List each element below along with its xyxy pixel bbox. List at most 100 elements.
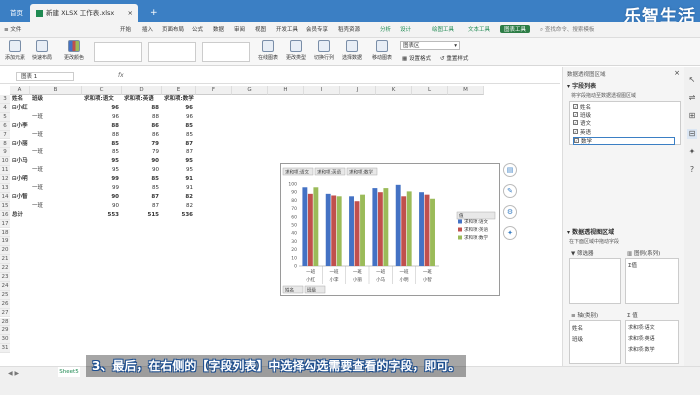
row-header[interactable]: 30 <box>0 335 10 345</box>
pivot-cell[interactable]: 88 <box>84 131 122 140</box>
column-header[interactable]: M <box>448 86 484 95</box>
pivot-cell[interactable] <box>32 157 82 166</box>
total-cell[interactable]: 总计 <box>12 211 30 220</box>
file-menu[interactable]: ≡ 文件 <box>4 25 21 33</box>
menu-insert[interactable]: 插入 <box>142 25 153 33</box>
pivot-cell[interactable]: 85 <box>164 122 196 131</box>
checkbox-icon[interactable]: ✓ <box>574 137 579 143</box>
menu-docer[interactable]: 稻壳资源 <box>338 25 360 33</box>
bar[interactable] <box>430 198 435 266</box>
pivot-cell[interactable]: ⊟小马 <box>12 157 30 166</box>
bar[interactable] <box>424 194 430 266</box>
pivot-cell[interactable]: 90 <box>124 157 162 166</box>
pivot-cell[interactable] <box>12 184 30 193</box>
menu-text-tools[interactable]: 文本工具 <box>468 25 490 33</box>
bar[interactable] <box>307 193 313 266</box>
filter-area[interactable] <box>569 258 621 304</box>
row-header[interactable]: 27 <box>0 308 10 318</box>
pivot-cell[interactable]: ⊟小李 <box>12 122 30 131</box>
close-icon[interactable]: × <box>128 4 133 22</box>
fx-icon[interactable]: fx <box>118 72 124 79</box>
row-header[interactable]: 13 <box>0 184 10 193</box>
axis-item-name[interactable]: 姓名 <box>572 324 583 332</box>
column-header[interactable]: L <box>412 86 448 95</box>
reset-style-button[interactable]: ↺ 重置样式 <box>440 54 468 62</box>
pivot-cell[interactable]: 一班 <box>32 184 82 193</box>
online-chart-button[interactable]: 在线图表 <box>256 40 280 61</box>
pivot-cell[interactable]: 96 <box>84 113 122 122</box>
bar[interactable] <box>377 192 383 266</box>
name-box[interactable]: 图表 1 <box>16 72 74 81</box>
menu-dev-tools[interactable]: 开发工具 <box>276 25 298 33</box>
field-item[interactable]: ✓ 语文 <box>573 120 675 128</box>
pivot-cell[interactable]: 一班 <box>32 131 82 140</box>
row-header[interactable]: 10 <box>0 157 10 167</box>
pivot-cell[interactable]: 99 <box>84 184 122 193</box>
pivot-cell[interactable]: 95 <box>84 166 122 175</box>
switch-row-col-button[interactable]: 切换行列 <box>312 40 336 61</box>
pivot-cell[interactable]: 91 <box>164 175 196 184</box>
column-header[interactable]: D <box>122 86 162 95</box>
row-header[interactable]: 26 <box>0 299 10 309</box>
sheet-tab[interactable]: Sheet5 <box>58 367 80 377</box>
pivot-cell[interactable] <box>32 193 82 202</box>
bar[interactable] <box>360 194 365 266</box>
row-header[interactable]: 28 <box>0 317 10 327</box>
pivot-cell[interactable]: 95 <box>84 157 122 166</box>
total-cell[interactable]: 515 <box>124 211 162 220</box>
pivot-cell[interactable]: 79 <box>124 148 162 157</box>
sheet-nav-icon[interactable]: ◀ ▶ <box>8 370 19 377</box>
pivot-cell[interactable]: 95 <box>164 157 196 166</box>
chart-filter-icon[interactable]: ⚙ <box>503 205 517 219</box>
pivot-cell[interactable]: 96 <box>164 104 196 113</box>
bar[interactable] <box>395 184 401 266</box>
column-header[interactable]: G <box>232 86 268 95</box>
chart-elements-icon[interactable]: ▤ <box>503 163 517 177</box>
bar[interactable] <box>331 195 337 266</box>
pivot-cell[interactable]: 82 <box>164 193 196 202</box>
pivot-cell[interactable]: 一班 <box>32 166 82 175</box>
bar[interactable] <box>313 187 319 266</box>
value-item-math[interactable]: 求和项:数学 <box>628 346 655 353</box>
bar[interactable] <box>325 193 331 266</box>
row-header[interactable]: 3 <box>0 95 10 104</box>
row-header[interactable]: 21 <box>0 255 10 265</box>
pivot-cell[interactable] <box>32 175 82 184</box>
menu-view[interactable]: 视图 <box>255 25 266 33</box>
pivot-cell[interactable]: 一班 <box>32 113 82 122</box>
properties-icon[interactable]: ⇌ <box>687 93 697 103</box>
pivot-cell[interactable]: ⊟小智 <box>12 193 30 202</box>
bar[interactable] <box>336 196 342 266</box>
pivot-cell[interactable]: 96 <box>164 113 196 122</box>
pivot-cell[interactable]: 79 <box>124 140 162 149</box>
row-header[interactable]: 6 <box>0 121 10 131</box>
pivot-cell[interactable]: 85 <box>124 175 162 184</box>
pivot-header-cell[interactable]: 求和项:数学 <box>164 95 196 104</box>
bar[interactable] <box>406 191 412 266</box>
pivot-cell[interactable] <box>12 148 30 157</box>
menu-data[interactable]: 数据 <box>213 25 224 33</box>
change-type-button[interactable]: 更改类型 <box>284 40 308 61</box>
menu-member[interactable]: 会员专享 <box>306 25 328 33</box>
column-header[interactable]: K <box>376 86 412 95</box>
bar[interactable] <box>401 196 407 266</box>
pivot-cell[interactable]: 91 <box>164 184 196 193</box>
close-panel-icon[interactable]: × <box>674 69 680 77</box>
tab-file[interactable]: 新建 XLSX 工作表.xlsx × <box>30 4 138 22</box>
row-header[interactable]: 20 <box>0 246 10 256</box>
menu-chart-tools[interactable]: 图表工具 <box>500 25 531 33</box>
tools-icon[interactable]: ✦ <box>687 147 697 157</box>
pivot-cell[interactable]: 85 <box>124 184 162 193</box>
checkbox-icon[interactable]: ✓ <box>573 120 578 126</box>
pivot-cell[interactable]: 90 <box>124 166 162 175</box>
menu-review[interactable]: 审阅 <box>234 25 245 33</box>
menu-page-layout[interactable]: 页面布局 <box>162 25 184 33</box>
row-header[interactable]: 25 <box>0 290 10 300</box>
pivot-cell[interactable]: 87 <box>164 140 196 149</box>
pivot-cell[interactable] <box>12 113 30 122</box>
field-item[interactable]: ✓ 班级 <box>573 112 675 120</box>
help-icon[interactable]: ? <box>687 165 697 175</box>
pivot-cell[interactable]: 88 <box>124 104 162 113</box>
row-header[interactable]: 9 <box>0 148 10 158</box>
pivot-cell[interactable]: 90 <box>84 202 122 211</box>
